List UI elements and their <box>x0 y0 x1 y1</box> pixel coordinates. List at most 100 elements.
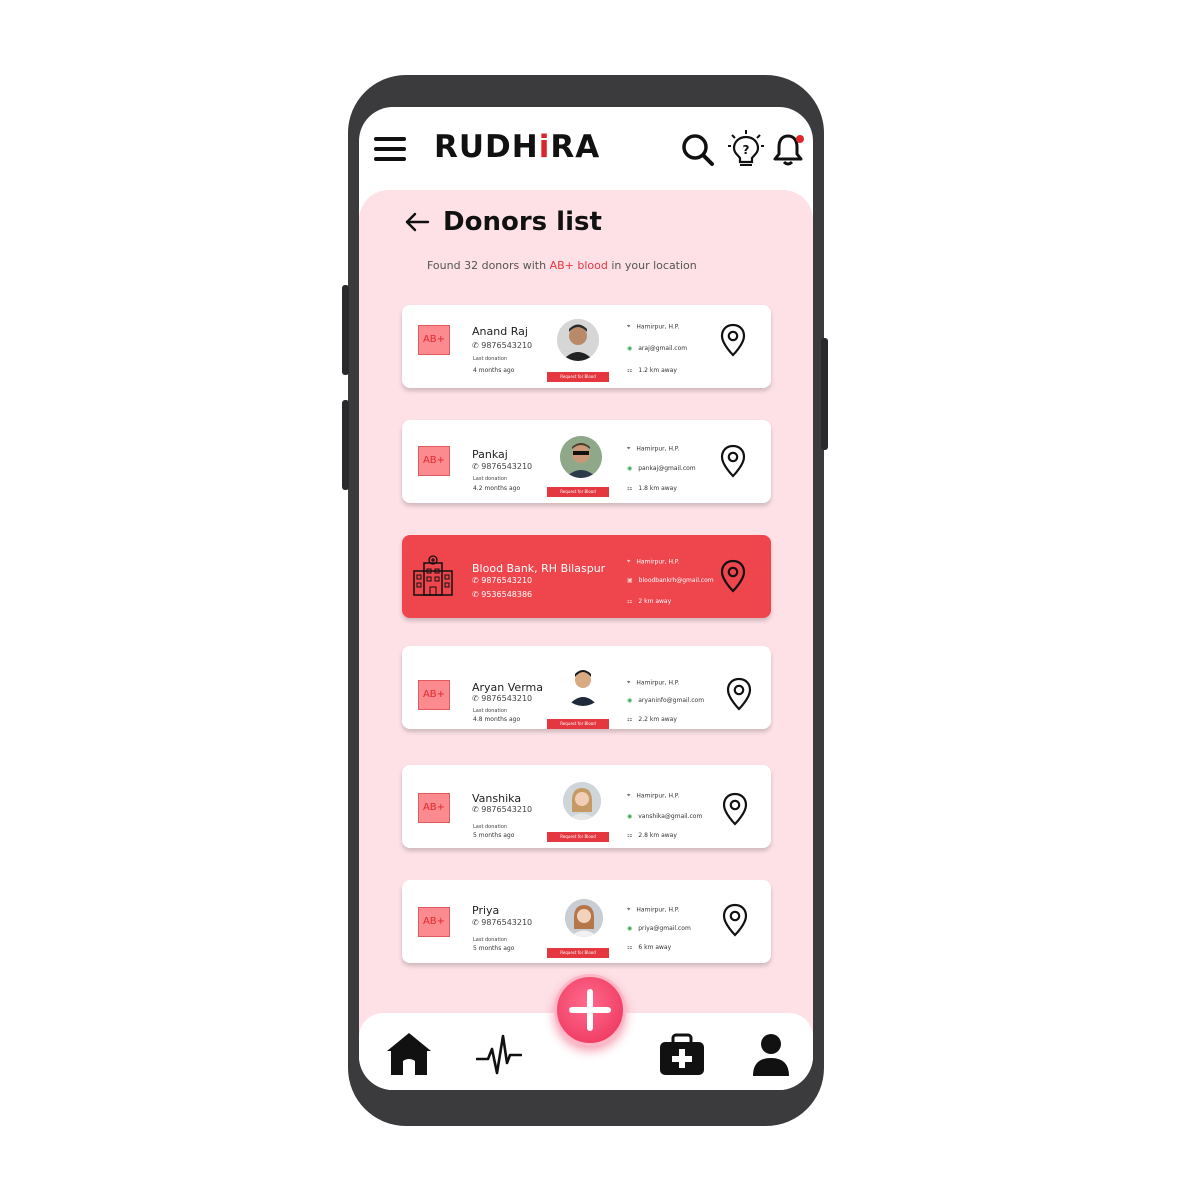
back-arrow-icon[interactable] <box>404 212 430 232</box>
request-blood-button[interactable]: Request for Blood <box>547 948 609 958</box>
last-donation-label: Last donation <box>473 824 508 830</box>
donor-card[interactable]: AB+ Vanshika ✆ 9876543210 Last donation … <box>402 765 771 848</box>
location-row: ⌖ Hamirpur, H.P. <box>627 323 680 331</box>
donor-card[interactable]: AB+ Anand Raj ✆ 9876543210 Last donation… <box>402 305 771 388</box>
mail-icon: ◉ <box>627 465 633 472</box>
notification-dot <box>796 135 804 143</box>
home-icon[interactable] <box>385 1031 433 1077</box>
blood-group-badge: AB+ <box>418 325 450 355</box>
first-aid-icon[interactable] <box>659 1033 705 1077</box>
volume-up-button <box>342 285 349 375</box>
hospital-icon <box>413 555 453 596</box>
map-pin-icon: ⌖ <box>627 323 631 330</box>
email-row[interactable]: ◉ aryaninfo@gmail.com <box>627 697 704 704</box>
route-icon: ⚏ <box>627 485 633 492</box>
route-icon: ⚏ <box>627 598 633 605</box>
map-pin-icon[interactable] <box>720 559 746 593</box>
donor-name: Vanshika <box>472 792 522 805</box>
last-donation-value: 5 months ago <box>473 945 515 952</box>
email-row[interactable]: ◉ vanshika@gmail.com <box>627 813 702 820</box>
location-row: ⌖ Hamirpur, H.P. <box>627 679 680 687</box>
request-blood-button[interactable]: Request for Blood <box>547 372 609 382</box>
blood-bank-name: Blood Bank, RH Bilaspur <box>472 562 606 575</box>
last-donation-value: 4.2 months ago <box>473 485 521 492</box>
last-donation-label: Last donation <box>473 708 508 714</box>
bank-phone-secondary[interactable]: ✆ 9536548386 <box>472 590 532 599</box>
page-title: Donors list <box>443 207 602 237</box>
map-pin-icon: ⌖ <box>627 906 631 913</box>
request-blood-button[interactable]: Request for Blood <box>547 832 609 842</box>
request-blood-button[interactable]: Request for Blood <box>547 719 609 729</box>
distance-row: ⚏ 1.8 km away <box>627 485 677 492</box>
route-icon: ⚏ <box>627 367 633 374</box>
location-row: ⌖ Hamirpur, H.P. <box>627 558 680 566</box>
svg-text:?: ? <box>743 143 750 157</box>
add-icon[interactable] <box>554 974 626 1046</box>
last-donation-label: Last donation <box>473 476 508 482</box>
distance-row: ⚏ 1.2 km away <box>627 367 677 374</box>
distance-row: ⚏ 2.8 km away <box>627 832 677 839</box>
donor-phone[interactable]: ✆ 9876543210 <box>472 918 532 927</box>
distance-row: ⚏ 2 km away <box>627 598 672 605</box>
bell-icon[interactable] <box>772 131 808 167</box>
email-row[interactable]: ◉ araj@gmail.com <box>627 345 687 352</box>
donor-name: Priya <box>472 904 500 917</box>
donor-card[interactable]: AB+ Aryan Verma ✆ 9876543210 Last donati… <box>402 646 771 729</box>
last-donation-value: 4 months ago <box>473 367 515 374</box>
app-logo: RUDHiRA <box>434 129 601 165</box>
blood-group-badge: AB+ <box>418 793 450 823</box>
map-pin-icon[interactable] <box>720 444 746 478</box>
map-pin-icon: ⌖ <box>627 679 631 686</box>
route-icon: ⚏ <box>627 716 633 723</box>
blood-group-badge: AB+ <box>418 907 450 937</box>
menu-icon[interactable] <box>374 137 406 161</box>
location-row: ⌖ Hamirpur, H.P. <box>627 445 680 453</box>
distance-row: ⚏ 6 km away <box>627 944 672 951</box>
location-row: ⌖ Hamirpur, H.P. <box>627 792 680 800</box>
donor-phone[interactable]: ✆ 9876543210 <box>472 805 532 814</box>
mail-icon: ◉ <box>627 697 633 704</box>
avatar <box>563 782 601 820</box>
user-icon[interactable] <box>751 1032 791 1078</box>
avatar <box>562 664 604 706</box>
email-row[interactable]: ◉ priya@gmail.com <box>627 925 691 932</box>
last-donation-value: 5 months ago <box>473 832 515 839</box>
donor-phone[interactable]: ✆ 9876543210 <box>472 694 532 703</box>
help-bulb-icon[interactable]: ? <box>728 129 764 167</box>
donor-name: Pankaj <box>472 448 508 461</box>
donor-card[interactable]: AB+ Priya ✆ 9876543210 Last donation 5 m… <box>402 880 771 963</box>
donor-phone[interactable]: ✆ 9876543210 <box>472 341 532 350</box>
blood-group-badge: AB+ <box>418 446 450 476</box>
route-icon: ⚏ <box>627 944 633 951</box>
map-pin-icon[interactable] <box>726 677 752 711</box>
donor-phone[interactable]: ✆ 9876543210 <box>472 462 532 471</box>
app-screen: RUDHiRA ? Donors list Found 32 donors wi… <box>359 107 813 1090</box>
bank-phone[interactable]: ✆ 9876543210 <box>472 576 532 585</box>
email-row[interactable]: ▣ bloodbankrh@gmail.com <box>627 577 714 584</box>
avatar <box>565 899 603 937</box>
email-row[interactable]: ◉ pankaj@gmail.com <box>627 465 696 472</box>
request-blood-button[interactable]: Request for Blood <box>547 487 609 497</box>
mail-icon: ▣ <box>627 577 633 584</box>
search-icon[interactable] <box>681 133 715 167</box>
map-pin-icon[interactable] <box>720 323 746 357</box>
location-row: ⌖ Hamirpur, H.P. <box>627 906 680 914</box>
map-pin-icon[interactable] <box>722 903 748 937</box>
avatar <box>557 319 599 361</box>
pulse-icon[interactable] <box>476 1033 522 1077</box>
distance-row: ⚏ 2.2 km away <box>627 716 677 723</box>
blood-group-badge: AB+ <box>418 680 450 710</box>
last-donation-label: Last donation <box>473 356 508 362</box>
map-pin-icon[interactable] <box>722 792 748 826</box>
volume-down-button <box>342 400 349 490</box>
blood-bank-card[interactable]: Blood Bank, RH Bilaspur ✆ 9876543210 ✆ 9… <box>402 535 771 618</box>
last-donation-label: Last donation <box>473 937 508 943</box>
avatar <box>560 436 602 478</box>
donor-card[interactable]: AB+ Pankaj ✆ 9876543210 Last donation 4.… <box>402 420 771 503</box>
mail-icon: ◉ <box>627 925 633 932</box>
map-pin-icon: ⌖ <box>627 445 631 452</box>
map-pin-icon: ⌖ <box>627 792 631 799</box>
donor-name: Aryan Verma <box>472 681 543 694</box>
donor-name: Anand Raj <box>472 325 528 338</box>
map-pin-icon: ⌖ <box>627 558 631 565</box>
